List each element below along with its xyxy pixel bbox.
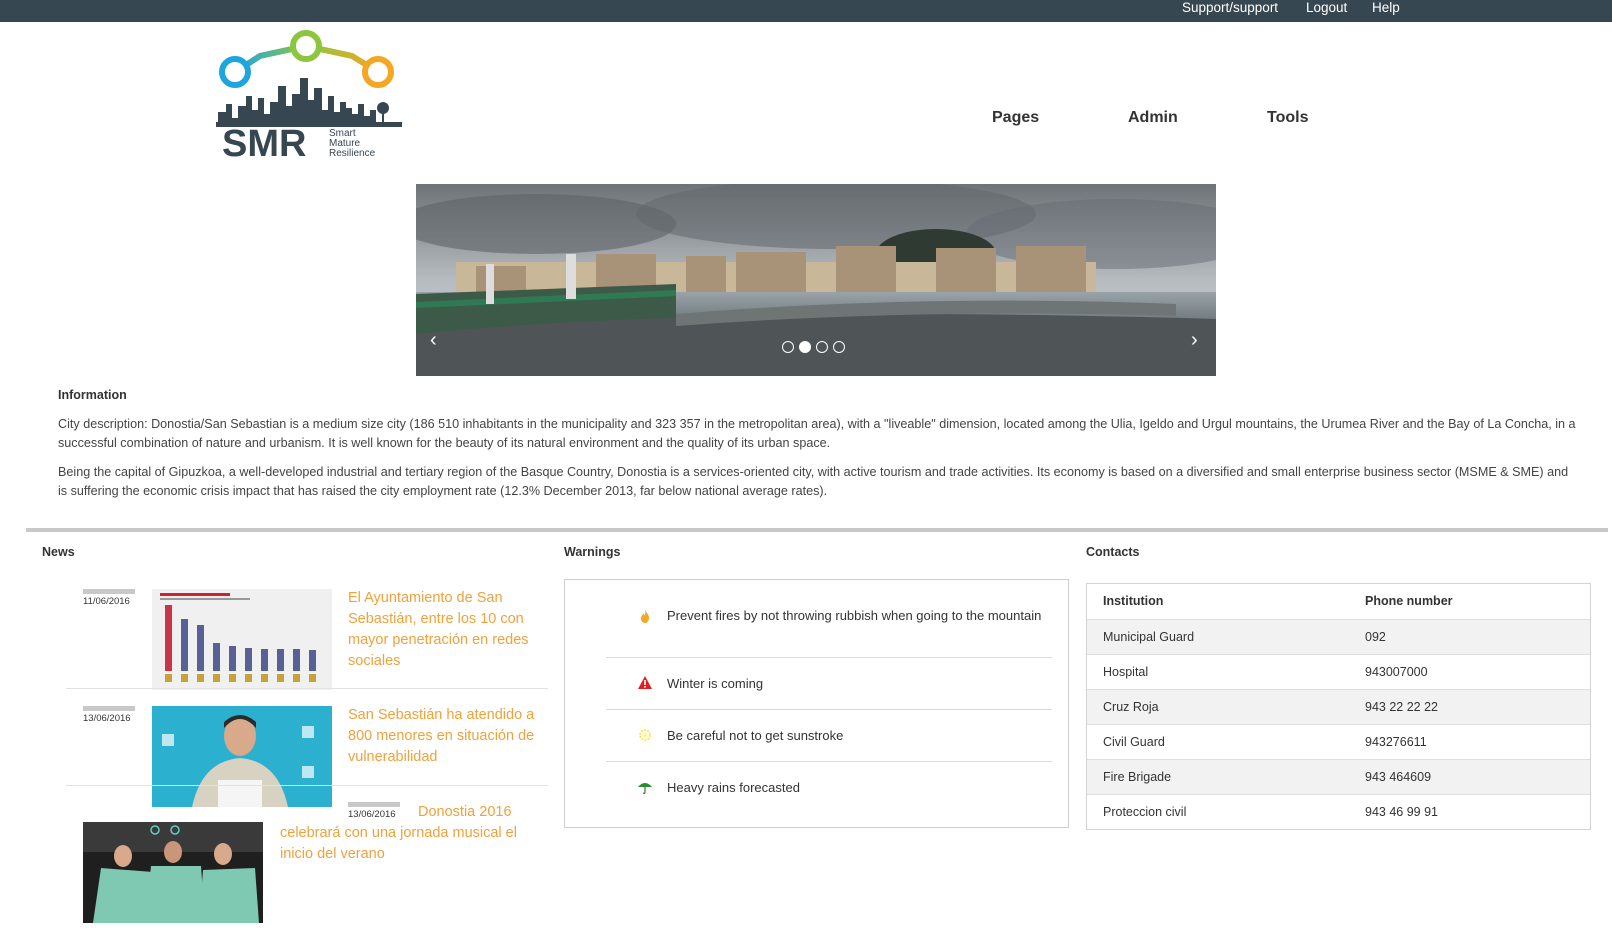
sun-icon bbox=[639, 729, 651, 741]
bar-chart-thumbnail bbox=[152, 589, 332, 690]
contacts-title: Contacts bbox=[1086, 545, 1140, 559]
table-row: Cruz Roja 943 22 22 22 bbox=[1087, 689, 1590, 724]
smr-logo[interactable]: SMR Smart Mature Resilience bbox=[216, 26, 402, 165]
contact-phone: 943 46 99 91 bbox=[1365, 805, 1438, 819]
contacts-header-row: Institution Phone number bbox=[1087, 584, 1590, 619]
nav-pages[interactable]: Pages bbox=[992, 109, 1039, 127]
news-date-bar bbox=[83, 706, 135, 711]
table-row: Proteccion civil 943 46 99 91 bbox=[1087, 794, 1590, 829]
news-thumbnail[interactable] bbox=[152, 589, 332, 690]
logo-tagline-3: Resilience bbox=[329, 148, 376, 159]
table-row: Hospital 943007000 bbox=[1087, 654, 1590, 689]
news-separator bbox=[66, 688, 548, 689]
fire-icon bbox=[641, 609, 649, 623]
contact-institution: Municipal Guard bbox=[1103, 630, 1195, 644]
contact-phone: 092 bbox=[1365, 630, 1386, 644]
alert-triangle-icon bbox=[638, 676, 652, 689]
warning-item: Be careful not to get sunstroke bbox=[606, 710, 1052, 762]
news-item-link[interactable]: Donostia 2016 celebrará con una jornada … bbox=[280, 802, 550, 865]
concert-poster-thumbnail bbox=[83, 822, 263, 923]
news-thumbnail[interactable] bbox=[152, 706, 332, 807]
warnings-title: Warnings bbox=[564, 545, 621, 559]
support-link[interactable]: Support/support bbox=[1182, 0, 1278, 16]
header-phone-number: Phone number bbox=[1365, 594, 1453, 608]
image-carousel[interactable]: ‹ › bbox=[416, 184, 1216, 376]
contact-phone: 943 464609 bbox=[1365, 770, 1432, 784]
warnings-panel: Prevent fires by not throwing rubbish wh… bbox=[564, 579, 1069, 828]
warning-text: Be careful not to get sunstroke bbox=[667, 728, 844, 743]
contacts-table: Institution Phone number Municipal Guard… bbox=[1086, 583, 1591, 830]
nav-tools[interactable]: Tools bbox=[1267, 109, 1308, 127]
press-conference-thumbnail bbox=[152, 706, 332, 807]
carousel-dot-1[interactable] bbox=[782, 341, 794, 353]
warning-text: Winter is coming bbox=[667, 676, 764, 691]
contact-institution: Hospital bbox=[1103, 665, 1149, 679]
news-date: 13/06/2016 bbox=[83, 713, 131, 724]
contact-institution: Proteccion civil bbox=[1103, 805, 1187, 819]
carousel-next-button[interactable]: › bbox=[1191, 330, 1198, 350]
contact-phone: 943007000 bbox=[1365, 665, 1428, 679]
header-institution: Institution bbox=[1103, 594, 1164, 608]
contact-institution: Cruz Roja bbox=[1103, 700, 1159, 714]
carousel-dot-3[interactable] bbox=[816, 341, 828, 353]
warning-text: Heavy rains forecasted bbox=[667, 780, 800, 795]
news-date-bar bbox=[83, 589, 135, 594]
logo-abbr: SMR bbox=[222, 123, 306, 162]
warning-item: Heavy rains forecasted bbox=[606, 762, 1052, 814]
carousel-dot-2[interactable] bbox=[799, 341, 811, 353]
news-thumbnail[interactable] bbox=[83, 822, 263, 923]
news-item-link[interactable]: San Sebastián ha atendido a 800 menores … bbox=[348, 705, 548, 768]
news-separator bbox=[66, 785, 548, 786]
warning-item: Prevent fires by not throwing rubbish wh… bbox=[606, 596, 1052, 658]
umbrella-icon bbox=[638, 783, 652, 794]
table-row: Municipal Guard 092 bbox=[1087, 619, 1590, 654]
contact-phone: 943276611 bbox=[1365, 735, 1427, 749]
contact-institution: Fire Brigade bbox=[1103, 770, 1172, 784]
table-row: Civil Guard 943276611 bbox=[1087, 724, 1590, 759]
warning-text: Prevent fires by not throwing rubbish wh… bbox=[667, 608, 1042, 623]
smr-logo-graphic: SMR Smart Mature Resilience bbox=[216, 30, 402, 165]
carousel-indicators bbox=[782, 340, 850, 354]
logout-link[interactable]: Logout bbox=[1306, 0, 1347, 16]
table-row: Fire Brigade 943 464609 bbox=[1087, 759, 1590, 794]
information-paragraph-1: City description: Donostia/San Sebastian… bbox=[58, 417, 1576, 450]
carousel-prev-button[interactable]: ‹ bbox=[430, 330, 437, 350]
top-bar: Support/support Logout Help bbox=[0, 0, 1612, 22]
section-divider bbox=[26, 528, 1608, 532]
carousel-dot-4[interactable] bbox=[833, 341, 845, 353]
warning-item: Winter is coming bbox=[606, 658, 1052, 710]
news-date: 11/06/2016 bbox=[83, 596, 130, 607]
news-title: News bbox=[42, 545, 75, 559]
information-paragraph-2: Being the capital of Gipuzkoa, a well-de… bbox=[58, 465, 1569, 498]
help-link[interactable]: Help bbox=[1372, 0, 1400, 16]
contact-phone: 943 22 22 22 bbox=[1365, 700, 1438, 714]
contact-institution: Civil Guard bbox=[1103, 735, 1165, 749]
news-item-link[interactable]: El Ayuntamiento de San Sebastián, entre … bbox=[348, 588, 548, 672]
information-title: Information bbox=[58, 388, 127, 402]
nav-admin[interactable]: Admin bbox=[1128, 109, 1178, 127]
